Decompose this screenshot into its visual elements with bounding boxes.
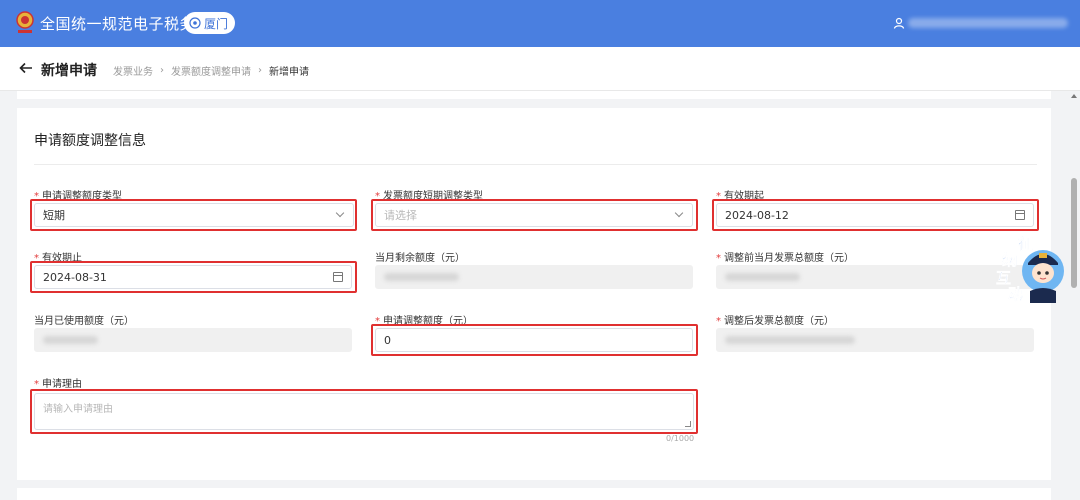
- breadcrumb-separator: ›: [160, 65, 164, 76]
- breadcrumb-item[interactable]: 发票额度调整申请: [171, 63, 251, 78]
- month-remaining-label: 当月剩余额度（元）: [375, 253, 465, 264]
- city-selector[interactable]: 厦门: [184, 12, 236, 34]
- breadcrumb-item[interactable]: 发票业务: [113, 63, 153, 78]
- next-card-top: [17, 488, 1051, 500]
- redacted-value: [384, 273, 459, 281]
- back-arrow-icon[interactable]: [19, 61, 33, 75]
- highlight-box: [30, 199, 357, 231]
- user-icon[interactable]: [893, 17, 905, 29]
- month-used-label: 当月已使用额度（元）: [34, 316, 134, 327]
- user-name-redacted[interactable]: [908, 18, 1068, 28]
- page-nav-bar: 新增申请 发票业务 › 发票额度调整申请 › 新增申请: [0, 47, 1080, 91]
- interaction-mascot[interactable]: 征 纳 互 动: [992, 235, 1068, 305]
- month-used-field: [34, 328, 352, 352]
- highlight-box: [371, 324, 698, 356]
- scroll-up-icon[interactable]: [1071, 94, 1077, 98]
- section-divider: [34, 164, 1037, 165]
- highlight-box: [30, 389, 698, 434]
- before-total-field: [716, 265, 1034, 289]
- before-total-label: * 调整前当月发票总额度（元）: [716, 253, 854, 264]
- char-counter: 0/1000: [666, 434, 695, 443]
- section-title: 申请额度调整信息: [34, 133, 146, 149]
- redacted-value: [725, 336, 855, 344]
- redacted-value: [725, 273, 800, 281]
- highlight-box: [371, 199, 698, 231]
- previous-card-bottom: [17, 91, 1051, 99]
- city-label: 厦门: [204, 16, 229, 31]
- scrollbar-thumb[interactable]: [1071, 178, 1077, 288]
- redacted-value: [43, 336, 98, 344]
- after-total-field: [716, 328, 1034, 352]
- reason-label: * 申请理由: [34, 379, 82, 390]
- highlight-box: [712, 199, 1039, 231]
- highlight-box: [30, 261, 357, 293]
- breadcrumb-current: 新增申请: [269, 67, 309, 78]
- scrollbar-track[interactable]: [1068, 91, 1080, 500]
- month-remaining-field: [375, 265, 693, 289]
- page-title: 新增申请: [41, 63, 97, 79]
- mascot-char: 动: [1008, 285, 1024, 304]
- mascot-char: 征: [1018, 235, 1034, 254]
- breadcrumb-separator: ›: [258, 65, 262, 76]
- after-total-label: * 调整后发票总额度（元）: [716, 316, 834, 327]
- location-pin-icon: [189, 17, 201, 29]
- tax-emblem-icon: [16, 11, 34, 33]
- top-header: 全国统一规范电子税务局 厦门: [0, 0, 1080, 47]
- breadcrumb: 发票业务 › 发票额度调整申请 › 新增申请: [113, 63, 309, 78]
